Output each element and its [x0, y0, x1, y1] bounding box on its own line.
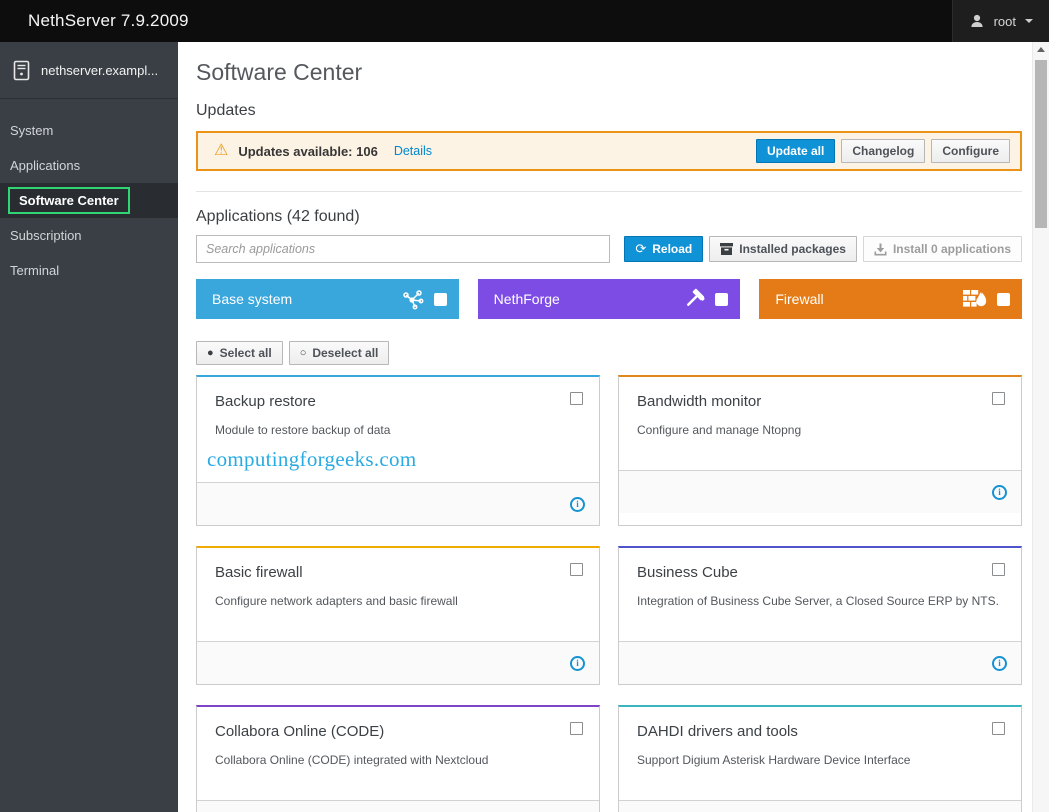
app-title: Business Cube [637, 564, 738, 581]
app-checkbox[interactable] [992, 392, 1005, 405]
firewall-icon [963, 289, 987, 309]
installed-packages-button[interactable]: Installed packages [709, 236, 857, 262]
app-title: Backup restore [215, 393, 316, 410]
changelog-button[interactable]: Changelog [841, 139, 926, 163]
app-checkbox[interactable] [570, 722, 583, 735]
network-nodes-icon [400, 287, 424, 311]
scroll-up-arrow[interactable] [1033, 42, 1049, 56]
updates-alert: ⚠ Updates available: 106 Details Update … [196, 131, 1022, 171]
app-checkbox[interactable] [992, 722, 1005, 735]
app-description: Configure and manage Ntopng [637, 423, 802, 437]
updates-heading: Updates [196, 102, 256, 119]
category-checkbox[interactable] [997, 292, 1011, 306]
applications-heading: Applications (42 found) [196, 208, 360, 225]
app-title: Collabora Online (CODE) [215, 723, 385, 740]
sidebar: nethserver.exampl... System Applications… [0, 42, 178, 812]
app-title: DAHDI drivers and tools [637, 723, 798, 740]
selection-controls: ● Select all ○ Deselect all [196, 341, 1022, 365]
app-description: Integration of Business Cube Server, a C… [637, 594, 999, 608]
empty-circle-icon: ○ [299, 346, 307, 359]
app-card-dahdi-drivers: DAHDI drivers and tools Support Digium A… [618, 705, 1022, 812]
category-tile-nethforge[interactable]: NethForge [477, 279, 741, 319]
app-card-backup-restore: Backup restore Module to restore backup … [196, 375, 600, 526]
reload-button[interactable]: ⟳ Reload [624, 236, 704, 262]
category-checkbox[interactable] [433, 292, 447, 306]
select-all-button[interactable]: ● Select all [196, 341, 283, 365]
app-checkbox[interactable] [570, 563, 583, 576]
app-description: Configure network adapters and basic fir… [215, 594, 458, 608]
section-divider [196, 191, 1022, 192]
hostname: nethserver.exampl... [41, 62, 159, 78]
sidebar-item-applications[interactable]: Applications [0, 148, 178, 183]
warning-icon: ⚠ [214, 142, 229, 159]
updates-available-text: Updates available: 106 [238, 143, 378, 159]
app-card-collabora-online: Collabora Online (CODE) Collabora Online… [196, 705, 600, 812]
info-icon[interactable]: i [570, 655, 585, 671]
sidebar-item-software-center[interactable]: Software Center [0, 183, 178, 218]
app-title: Basic firewall [215, 564, 303, 581]
hammer-icon [682, 288, 705, 311]
category-tiles: Base system NethForge Firewall [196, 279, 1023, 319]
scrollbar-thumb[interactable] [1035, 60, 1047, 228]
category-tile-base-system[interactable]: Base system [196, 279, 459, 319]
update-all-button[interactable]: Update all [755, 139, 836, 163]
user-icon [969, 13, 985, 29]
alert-actions: Update all Changelog Configure [755, 139, 1010, 163]
watermark-text: computingforgeeks.com [207, 447, 417, 471]
search-input[interactable] [196, 235, 610, 263]
app-description: Support Digium Asterisk Hardware Device … [637, 753, 911, 767]
category-tile-firewall[interactable]: Firewall [759, 279, 1023, 319]
app-checkbox[interactable] [570, 392, 583, 405]
application-cards: Backup restore Module to restore backup … [196, 375, 1022, 812]
sidebar-nav: System Applications Software Center Subs… [0, 99, 178, 288]
app-card-business-cube: Business Cube Integration of Business Cu… [618, 546, 1022, 685]
app-description: Collabora Online (CODE) integrated with … [215, 753, 489, 767]
download-icon [874, 243, 887, 256]
category-checkbox[interactable] [715, 292, 729, 306]
app-description: Module to restore backup of data [215, 423, 391, 437]
host-selector[interactable]: nethserver.exampl... [0, 42, 178, 99]
sidebar-item-system[interactable]: System [0, 113, 178, 148]
deselect-all-button[interactable]: ○ Deselect all [288, 341, 390, 365]
details-link[interactable]: Details [394, 144, 432, 158]
info-icon[interactable]: i [570, 496, 585, 512]
install-applications-button[interactable]: Install 0 applications [862, 236, 1022, 262]
toolbar-buttons: ⟳ Reload Installed packages Install 0 ap… [624, 236, 1022, 262]
info-icon[interactable]: i [992, 484, 1007, 500]
refresh-icon: ⟳ [635, 241, 647, 256]
active-item-highlight: Software Center [8, 187, 130, 214]
configure-button[interactable]: Configure [931, 139, 1010, 163]
info-icon[interactable]: i [992, 655, 1007, 671]
sidebar-item-terminal[interactable]: Terminal [0, 253, 178, 288]
app-card-basic-firewall: Basic firewall Configure network adapter… [196, 546, 600, 685]
app-card-bandwidth-monitor: Bandwidth monitor Configure and manage N… [618, 375, 1022, 526]
page-title: Software Center [196, 59, 363, 85]
user-name: root [993, 13, 1016, 29]
filled-circle-icon: ● [207, 346, 214, 359]
main-content: Software Center Updates ⚠ Updates availa… [178, 42, 1032, 812]
app-title: NethServer 7.9.2009 [28, 11, 189, 30]
archive-icon [720, 243, 734, 255]
server-icon [13, 60, 30, 81]
app-checkbox[interactable] [992, 563, 1005, 576]
sidebar-item-subscription[interactable]: Subscription [0, 218, 178, 253]
vertical-scrollbar[interactable] [1032, 42, 1049, 812]
user-menu[interactable]: root [951, 0, 1049, 42]
applications-toolbar: ⟳ Reload Installed packages [196, 235, 1022, 263]
chevron-down-icon [1025, 19, 1033, 23]
top-bar: NethServer 7.9.2009 root [0, 0, 1049, 42]
app-title: Bandwidth monitor [637, 393, 762, 410]
